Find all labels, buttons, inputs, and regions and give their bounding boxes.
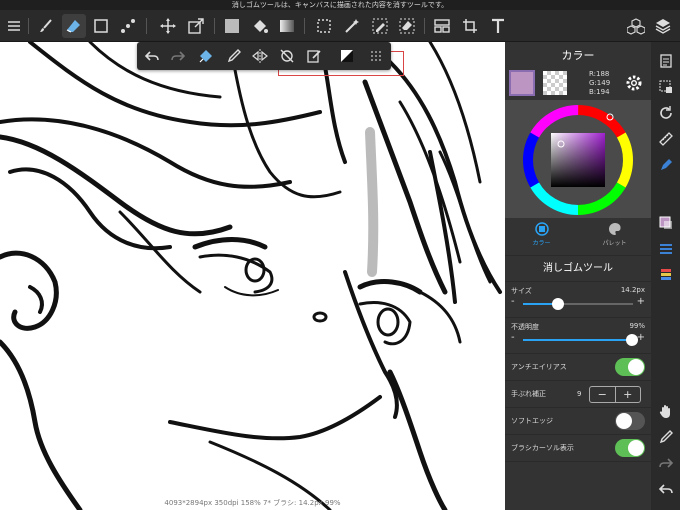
stabilizer-row: 手ぶれ補正 9 − + — [505, 381, 651, 408]
antialias-toggle[interactable] — [615, 358, 645, 376]
move-icon[interactable] — [156, 14, 180, 38]
redo-icon[interactable] — [167, 45, 189, 67]
rgb-readout: R:188 G:149 B:194 — [589, 70, 611, 96]
panel-title: カラー — [561, 49, 595, 62]
color-tabs: カラー パレット — [505, 218, 651, 256]
select-pen-icon[interactable] — [368, 14, 392, 38]
size-slider-row: サイズ 14.2px - + — [505, 282, 651, 318]
stabilizer-minus-button[interactable]: − — [590, 387, 616, 402]
clear-icon[interactable] — [195, 45, 217, 67]
select-layer-icon[interactable] — [657, 78, 675, 96]
grid-icon[interactable] — [365, 45, 387, 67]
eyedropper-side-icon[interactable] — [657, 428, 675, 446]
tab-palette[interactable]: パレット — [578, 218, 651, 255]
ruler-icon[interactable] — [657, 130, 675, 148]
flip-icon[interactable] — [249, 45, 271, 67]
menu-icon[interactable] — [2, 14, 26, 38]
color-panel-icon[interactable] — [657, 214, 675, 232]
antialias-row: アンチエイリアス — [505, 354, 651, 381]
select-eraser-icon[interactable] — [395, 14, 419, 38]
right-side-strip — [651, 42, 680, 510]
brush-list-icon[interactable] — [657, 240, 675, 258]
tool-title: 消しゴムツール — [505, 256, 651, 282]
color-wheel[interactable] — [505, 100, 651, 218]
rotate-view-icon[interactable] — [657, 104, 675, 122]
palette-icon — [608, 223, 621, 235]
gradient-icon[interactable] — [275, 14, 299, 38]
stabilizer-stepper[interactable]: − + — [589, 386, 641, 403]
brush-icon[interactable] — [34, 14, 58, 38]
size-plus-button[interactable]: + — [637, 296, 645, 307]
sub-color-swatch[interactable] — [543, 71, 567, 95]
main-toolbar — [0, 10, 680, 42]
eyedropper-icon[interactable] — [223, 45, 245, 67]
dots-icon[interactable] — [116, 14, 140, 38]
opacity-plus-button[interactable]: + — [637, 332, 645, 343]
opacity-minus-button[interactable]: - — [511, 332, 515, 343]
brush-cursor-row: ブラシカーソル表示 — [505, 435, 651, 462]
rotate-off-icon[interactable] — [276, 45, 298, 67]
soft-edge-row: ソフトエッジ — [505, 408, 651, 435]
canvas-status: 4093*2894px 350dpi 158% 7* ブラシ: 14.2px 9… — [164, 499, 341, 507]
text-icon[interactable] — [486, 14, 510, 38]
fill-color-icon[interactable] — [220, 14, 244, 38]
crop-icon[interactable] — [458, 14, 482, 38]
layers-icon[interactable] — [651, 14, 675, 38]
bucket-icon[interactable] — [248, 14, 272, 38]
opacity-slider-row: 不透明度 99% - + — [505, 318, 651, 354]
redo-side-icon[interactable] — [657, 454, 675, 472]
size-minus-button[interactable]: - — [511, 296, 515, 307]
tab-color[interactable]: カラー — [505, 218, 578, 255]
sub-toolbar — [137, 42, 391, 70]
tool-tooltip: 消しゴムツールは、キャンバスに描画された内容を消すツールです。 — [0, 0, 680, 10]
rect-icon[interactable] — [89, 14, 113, 38]
page-icon[interactable] — [657, 52, 675, 70]
color-brush-panel: カラー R:188 G:149 B:194 カラー パレット 消しゴムツール サ… — [505, 42, 651, 510]
opacity-slider[interactable] — [523, 334, 638, 346]
magic-wand-icon[interactable] — [340, 14, 364, 38]
undo-side-icon[interactable] — [657, 480, 675, 498]
undo-icon[interactable] — [141, 45, 163, 67]
soft-edge-toggle[interactable] — [615, 412, 645, 430]
gear-icon[interactable] — [625, 74, 643, 92]
color-swatches: R:188 G:149 B:194 — [505, 70, 651, 100]
hand-icon[interactable] — [657, 402, 675, 420]
size-slider[interactable] — [523, 298, 633, 310]
main-color-swatch[interactable] — [509, 70, 535, 96]
select-icon[interactable] — [312, 14, 336, 38]
transform-icon[interactable] — [184, 14, 208, 38]
ruler-panel-icon[interactable] — [430, 14, 454, 38]
drawing-canvas[interactable]: 4093*2894px 350dpi 158% 7* ブラシ: 14.2px 9… — [0, 42, 505, 510]
edit-icon[interactable] — [303, 45, 325, 67]
brush-cursor-toggle[interactable] — [615, 439, 645, 457]
eraser-icon[interactable] — [62, 14, 86, 38]
pen-blue-icon[interactable] — [657, 156, 675, 174]
contrast-icon[interactable] — [336, 45, 358, 67]
color-tab-icon — [534, 222, 549, 236]
materials-icon[interactable] — [624, 14, 648, 38]
palette-list-icon[interactable] — [657, 266, 675, 284]
stabilizer-plus-button[interactable]: + — [616, 387, 641, 402]
